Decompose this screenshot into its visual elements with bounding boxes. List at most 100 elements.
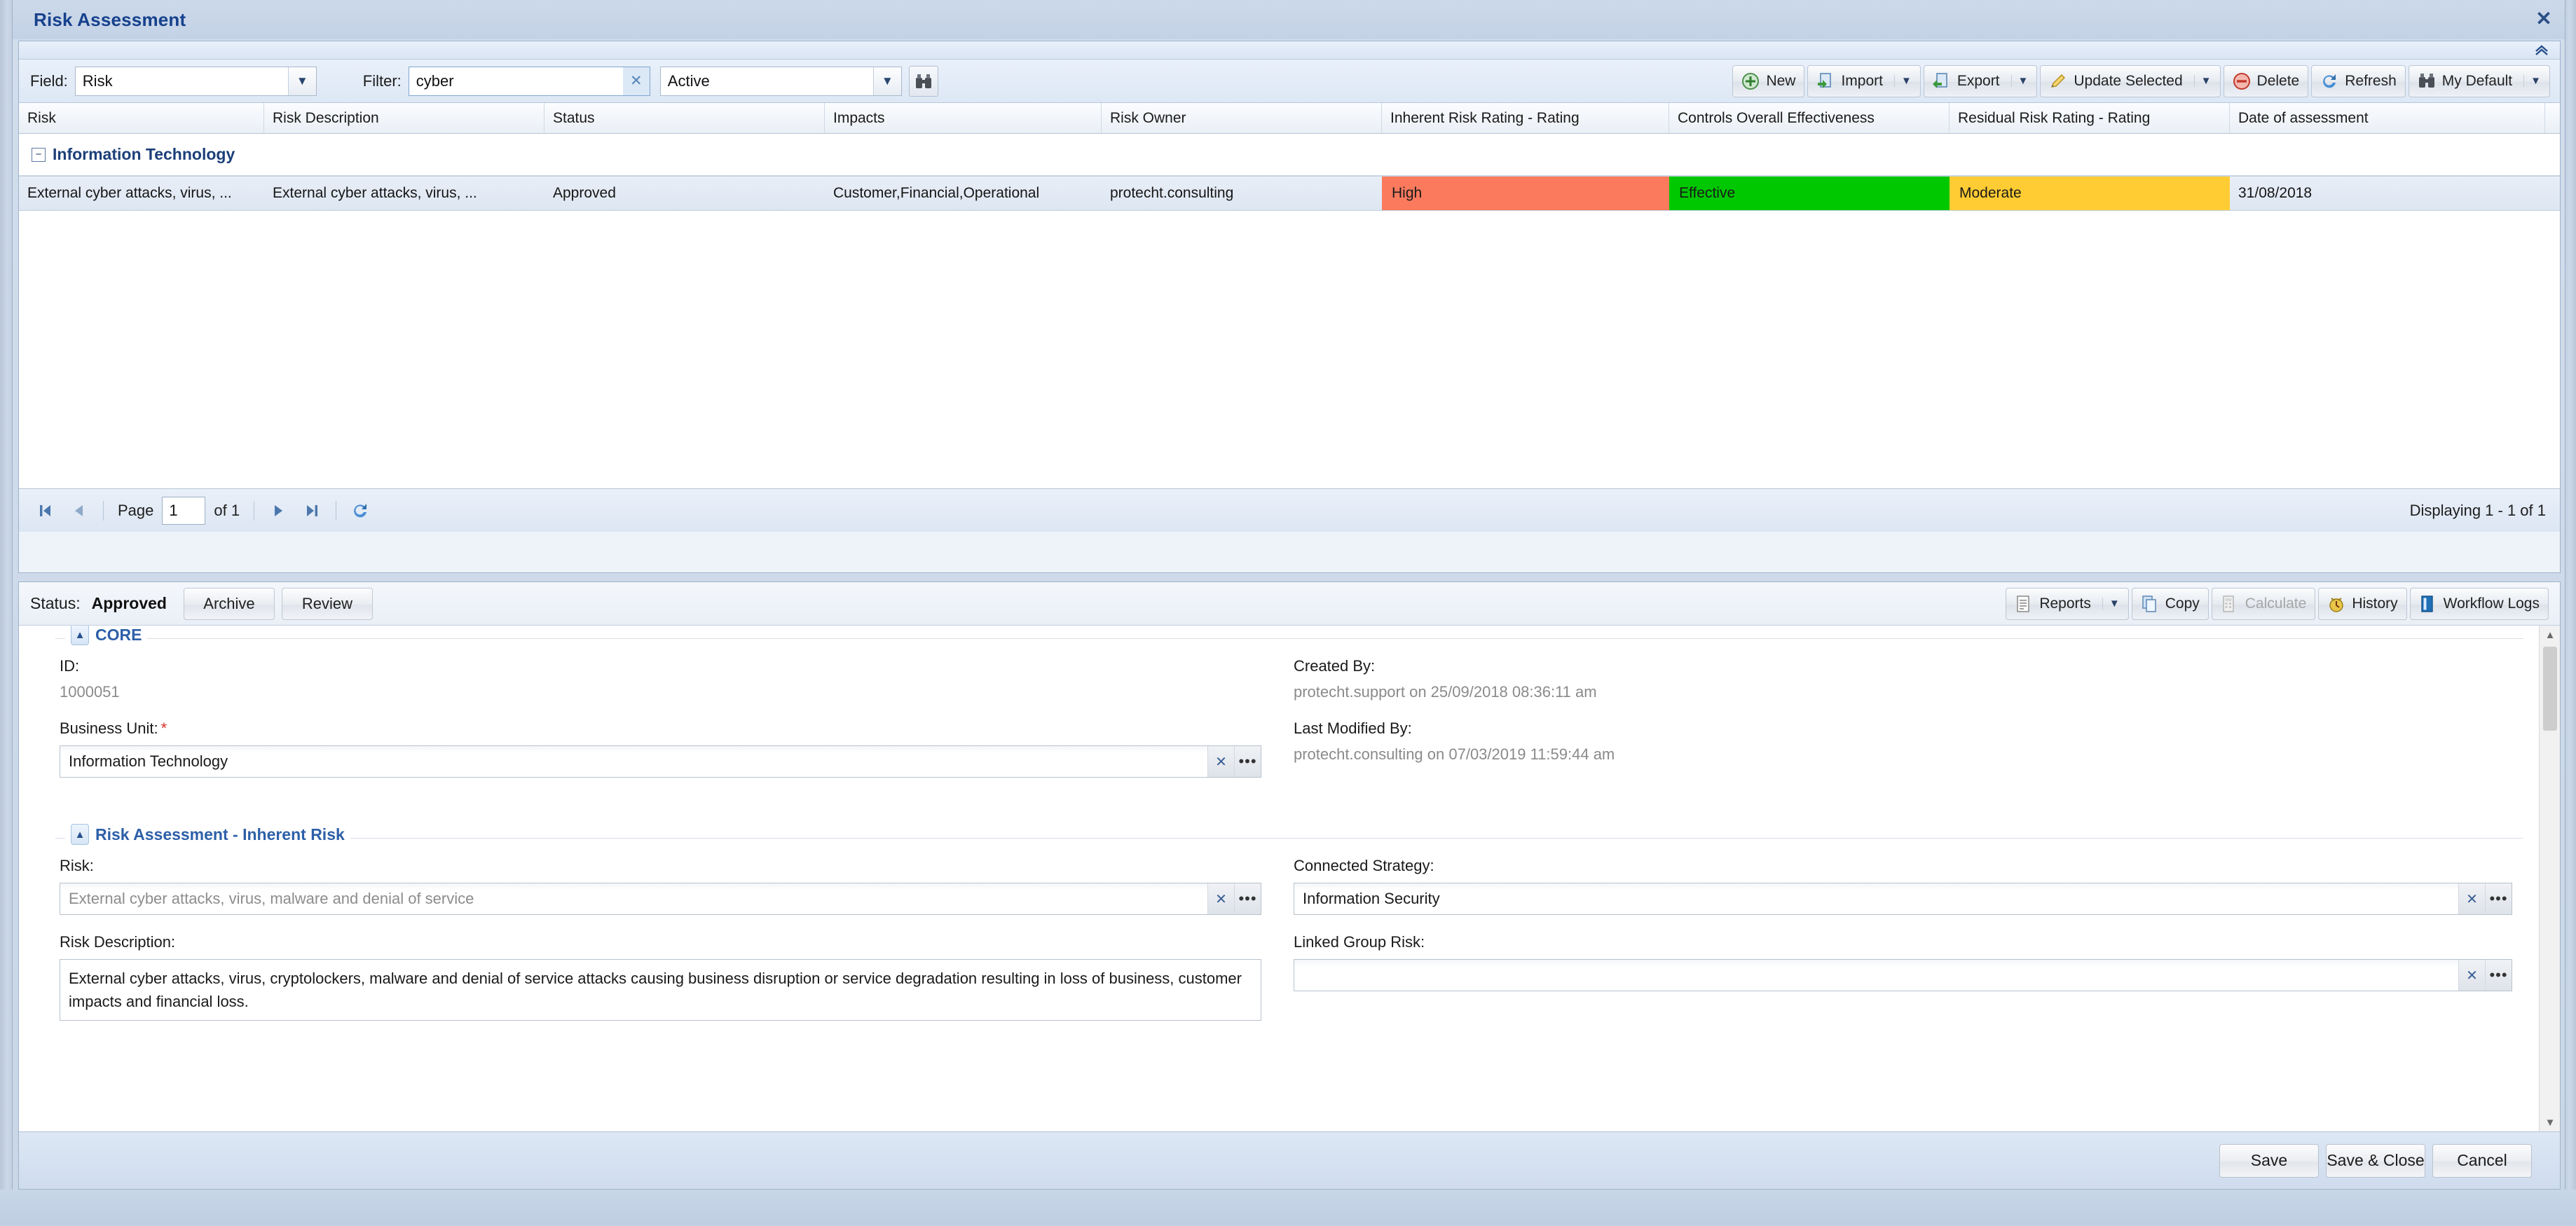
field-select[interactable]: Risk ▼ <box>75 67 317 96</box>
export-button-label: Export <box>1957 73 2000 90</box>
filter-label: Filter: <box>363 72 402 90</box>
linked-group-risk-browse-icon[interactable]: ••• <box>2485 960 2512 991</box>
update-selected-button-label: Update Selected <box>2074 73 2182 90</box>
search-binoculars-icon[interactable] <box>909 66 938 97</box>
my-default-button[interactable]: My Default ▼ <box>2409 65 2550 97</box>
risk-lookup[interactable]: External cyber attacks, virus, malware a… <box>60 883 1261 915</box>
save-button[interactable]: Save <box>2219 1144 2319 1178</box>
section-collapse-icon[interactable]: ▲ <box>71 824 89 845</box>
calculate-icon <box>2221 595 2239 613</box>
mydefault-split-chevron-down-icon[interactable]: ▼ <box>2523 75 2541 87</box>
grid-column-header[interactable]: Risk Owner <box>1102 103 1382 133</box>
section-collapse-icon[interactable]: ▲ <box>71 626 89 645</box>
scroll-up-icon[interactable]: ▲ <box>2540 626 2561 644</box>
connected-strategy-browse-icon[interactable]: ••• <box>2485 883 2512 914</box>
group-collapse-icon[interactable]: − <box>32 148 46 162</box>
reports-split-chevron-down-icon[interactable]: ▼ <box>2102 598 2120 609</box>
field-id: ID: 1000051 <box>60 657 1261 701</box>
connected-strategy-lookup[interactable]: Information Security ✕ ••• <box>1294 883 2512 915</box>
risk-clear-icon[interactable]: ✕ <box>1207 883 1234 914</box>
cancel-button-label: Cancel <box>2457 1151 2507 1170</box>
grid-column-header[interactable]: Impacts <box>825 103 1102 133</box>
save-and-close-button[interactable]: Save & Close <box>2326 1144 2425 1178</box>
export-split-chevron-down-icon[interactable]: ▼ <box>2011 75 2029 87</box>
connected-strategy-clear-icon[interactable]: ✕ <box>2458 883 2485 914</box>
linked-group-risk-value <box>1294 960 2458 991</box>
page-title: Risk Assessment <box>34 9 186 31</box>
field-linked-group-risk-label: Linked Group Risk: <box>1294 933 2512 951</box>
filter-input[interactable]: cyber ✕ <box>409 67 650 96</box>
window-bottom-strip <box>0 1190 2576 1226</box>
business-unit-lookup[interactable]: Information Technology ✕ ••• <box>60 745 1261 778</box>
my-default-button-label: My Default <box>2442 73 2512 90</box>
field-last-modified-by: Last Modified By: protecht.consulting on… <box>1294 719 2512 764</box>
history-button[interactable]: History <box>2318 588 2406 620</box>
delete-button[interactable]: Delete <box>2224 65 2309 97</box>
refresh-icon <box>2320 72 2338 90</box>
cancel-button[interactable]: Cancel <box>2432 1144 2532 1178</box>
copy-button[interactable]: Copy <box>2132 588 2209 620</box>
grid-column-header[interactable]: Controls Overall Effectiveness <box>1669 103 1950 133</box>
pencil-icon <box>2049 72 2067 90</box>
export-icon <box>1933 72 1951 90</box>
section-core: ▲ CORE ID: 1000051 Business Unit:* <box>55 638 2523 817</box>
table-row[interactable]: External cyber attacks, virus, ...Extern… <box>19 176 2560 211</box>
table-cell: External cyber attacks, virus, ... <box>264 177 544 210</box>
workflow-logs-button[interactable]: Workflow Logs <box>2410 588 2549 620</box>
required-asterisk-icon: * <box>161 719 167 737</box>
grid-column-header[interactable]: Risk Description <box>264 103 544 133</box>
calculate-button[interactable]: Calculate <box>2212 588 2316 620</box>
new-button[interactable]: New <box>1732 65 1804 97</box>
page-of-label: of 1 <box>214 502 240 520</box>
scroll-down-icon[interactable]: ▼ <box>2540 1113 2561 1131</box>
new-circle-icon <box>1741 72 1760 90</box>
grid-body: − Information Technology External cyber … <box>19 134 2560 488</box>
section-core-body: ID: 1000051 Business Unit:* Information … <box>55 639 2523 817</box>
window-edge-right <box>2565 0 2576 1226</box>
reports-button[interactable]: Reports ▼ <box>2006 588 2128 620</box>
grid-column-header[interactable]: Status <box>544 103 825 133</box>
review-button[interactable]: Review <box>282 588 373 620</box>
import-split-chevron-down-icon[interactable]: ▼ <box>1894 75 1912 87</box>
application-window: Risk Assessment ✕ Field: Risk ▼ Filter: … <box>0 0 2576 1226</box>
form-scrollbar[interactable]: ▲ ▼ <box>2539 626 2560 1131</box>
risk-description-textarea[interactable]: External cyber attacks, virus, cryptoloc… <box>60 959 1261 1021</box>
archive-button-label: Archive <box>203 595 254 613</box>
status-select[interactable]: Active ▼ <box>660 67 902 96</box>
calculate-button-label: Calculate <box>2245 595 2307 612</box>
business-unit-clear-icon[interactable]: ✕ <box>1207 746 1234 777</box>
field-created-by: Created By: protecht.support on 25/09/20… <box>1294 657 2512 701</box>
linked-group-risk-lookup[interactable]: ✕ ••• <box>1294 959 2512 991</box>
pager-refresh-icon[interactable] <box>345 495 376 526</box>
delete-button-label: Delete <box>2257 73 2300 90</box>
save-and-close-button-label: Save & Close <box>2327 1151 2424 1170</box>
first-page-icon[interactable] <box>30 495 61 526</box>
business-unit-browse-icon[interactable]: ••• <box>1234 746 1261 777</box>
grid-pager: Page 1 of 1 Displaying 1 - 1 of 1 <box>19 488 2560 532</box>
update-split-chevron-down-icon[interactable]: ▼ <box>2194 75 2212 87</box>
import-button[interactable]: Import ▼ <box>1807 65 1920 97</box>
risk-browse-icon[interactable]: ••• <box>1234 883 1261 914</box>
next-page-icon[interactable] <box>263 495 294 526</box>
grid-column-header[interactable]: Risk <box>19 103 264 133</box>
scrollbar-thumb[interactable] <box>2543 647 2557 731</box>
grid-column-header[interactable]: Residual Risk Rating - Rating <box>1950 103 2230 133</box>
group-row[interactable]: − Information Technology <box>19 134 2560 176</box>
last-page-icon[interactable] <box>296 495 327 526</box>
chevron-up-icon[interactable] <box>2529 42 2554 59</box>
export-button[interactable]: Export ▼ <box>1924 65 2038 97</box>
archive-button[interactable]: Archive <box>184 588 275 620</box>
page-number-input[interactable]: 1 <box>162 497 205 525</box>
field-select-value: Risk <box>76 72 288 90</box>
table-cell: protecht.consulting <box>1102 177 1382 210</box>
grid-column-header[interactable]: Date of assessment <box>2230 103 2545 133</box>
field-risk-label: Risk: <box>60 857 1261 875</box>
refresh-button-label: Refresh <box>2345 73 2397 90</box>
prev-page-icon[interactable] <box>64 495 95 526</box>
linked-group-risk-clear-icon[interactable]: ✕ <box>2458 960 2485 991</box>
refresh-button[interactable]: Refresh <box>2311 65 2406 97</box>
clear-filter-icon[interactable]: ✕ <box>623 67 650 95</box>
grid-column-header[interactable]: Inherent Risk Rating - Rating <box>1382 103 1669 133</box>
close-icon[interactable]: ✕ <box>2530 5 2558 33</box>
update-selected-button[interactable]: Update Selected ▼ <box>2040 65 2220 97</box>
